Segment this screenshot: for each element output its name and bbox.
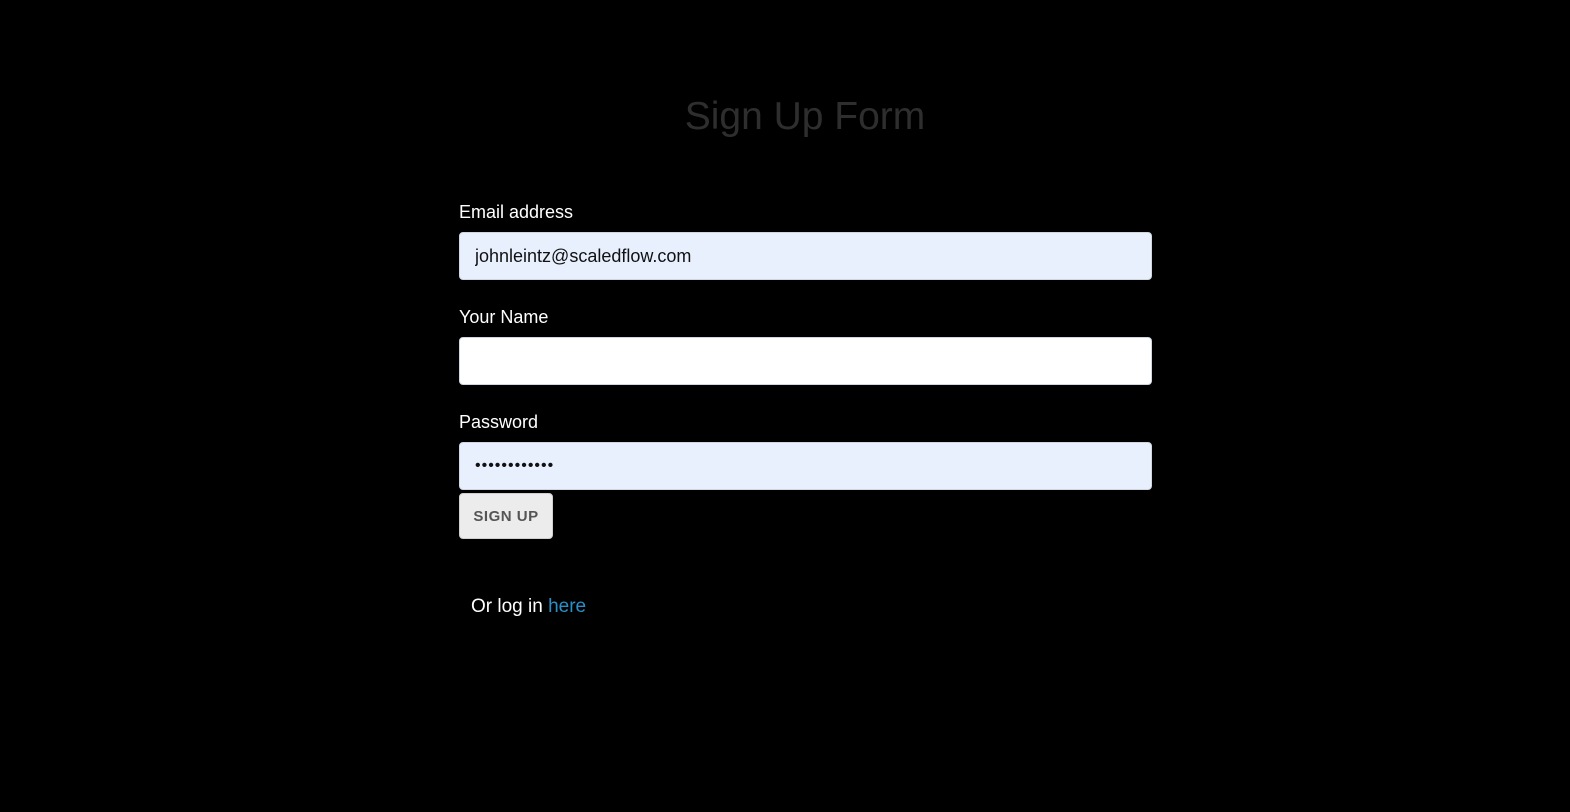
page-title: Sign Up Form xyxy=(684,95,926,138)
password-field[interactable] xyxy=(459,442,1152,490)
signup-page: Sign Up Form Email address Your Name Pas… xyxy=(0,0,1570,812)
login-prompt: Or log in here xyxy=(471,595,586,619)
name-field[interactable] xyxy=(459,337,1152,385)
login-link[interactable]: here xyxy=(548,596,586,617)
password-label: Password xyxy=(459,412,539,432)
name-label: Your Name xyxy=(459,307,549,327)
email-label: Email address xyxy=(459,202,574,222)
login-prompt-text: Or log in xyxy=(471,596,543,617)
signup-form: Email address Your Name Password xyxy=(459,200,1152,490)
signup-button[interactable]: SIGN UP xyxy=(459,493,553,539)
email-field[interactable] xyxy=(459,232,1152,280)
